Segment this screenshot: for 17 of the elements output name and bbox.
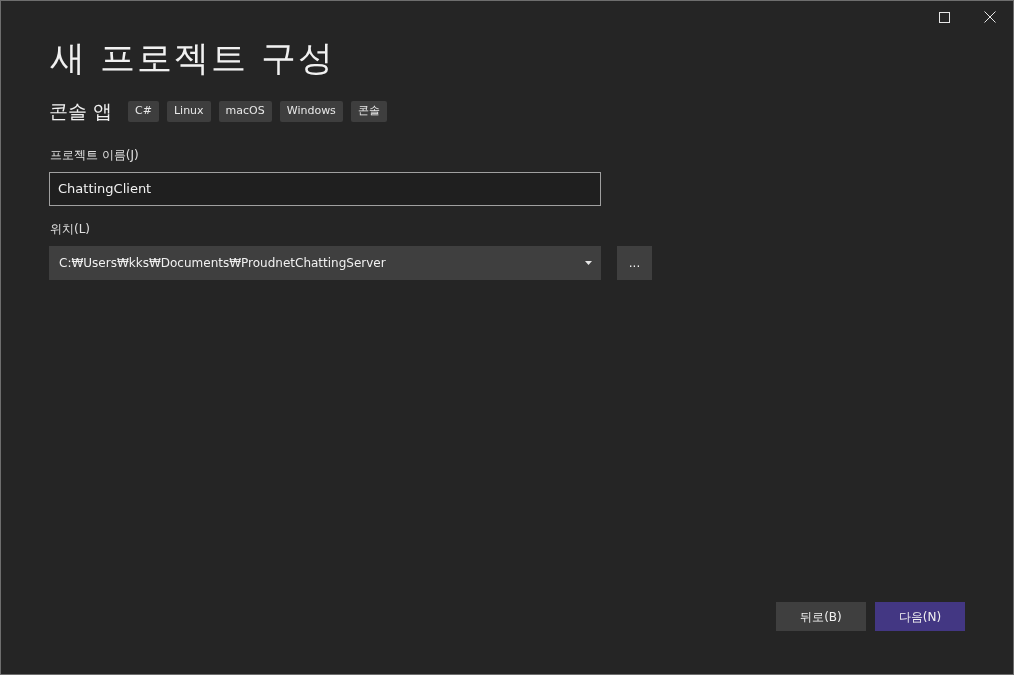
template-name: 콘솔 앱 [49, 99, 113, 124]
maximize-icon [938, 11, 950, 23]
tag: 콘솔 [350, 101, 387, 122]
field-label: 위치(L) [50, 220, 92, 238]
location-dropdown[interactable]: C:₩Users₩kks₩Documents₩ProudnetChattingServer [49, 245, 601, 280]
field-label: 프로젝트 이름(J) [50, 146, 140, 164]
dropdown-caret-icon [585, 260, 592, 265]
back-button[interactable]: 뒤로(B) [776, 602, 866, 631]
dialog-title: 새 프로젝트 구성 [50, 37, 337, 79]
next-button[interactable]: 다음(N) [875, 602, 965, 631]
browse-button[interactable]: ... [617, 245, 652, 280]
tag: Windows [279, 101, 343, 122]
project-name-field[interactable]: ChattingClient [49, 171, 601, 206]
tag: C# [128, 101, 159, 122]
tag: Linux [166, 101, 211, 122]
close-icon [984, 11, 996, 23]
tag: macOS [218, 101, 272, 122]
